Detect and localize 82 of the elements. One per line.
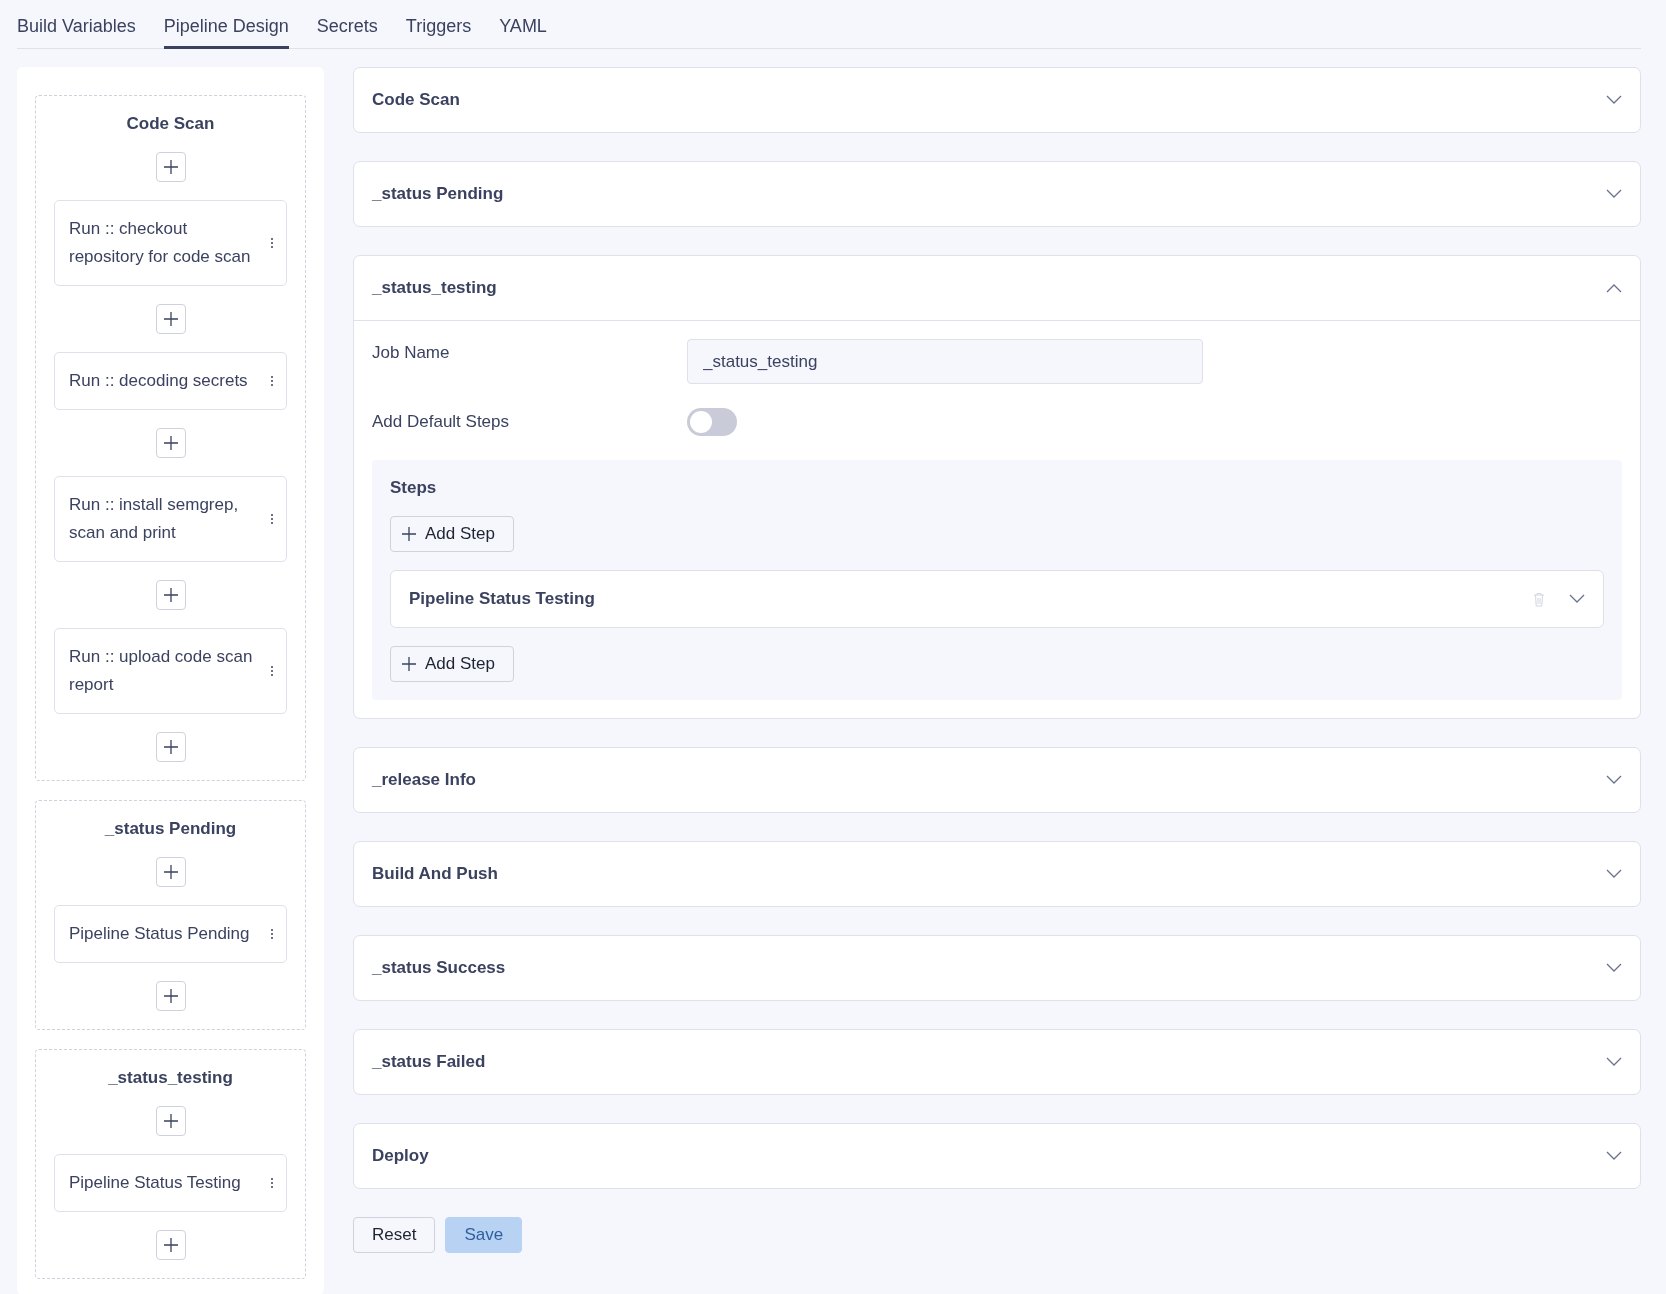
stage-title: _status Pending <box>104 819 237 839</box>
job-header[interactable]: _status Pending <box>354 162 1640 226</box>
job-title: Code Scan <box>372 90 460 110</box>
step-card[interactable]: Run :: checkout repository for code scan <box>54 200 287 286</box>
plus-icon <box>162 739 179 755</box>
toggle-switch[interactable] <box>687 408 737 436</box>
chevron-down-icon <box>1569 594 1585 604</box>
add-step-button[interactable]: Add Step <box>390 646 514 682</box>
add-step-button[interactable] <box>155 580 186 610</box>
step-name: Run :: checkout repository for code scan <box>69 218 252 268</box>
step-name: Pipeline Status Testing <box>69 1172 242 1194</box>
job-title: _status Success <box>372 958 506 978</box>
more-icon <box>270 513 274 525</box>
more-icon <box>270 928 274 940</box>
add-step-button[interactable]: Add Step <box>390 516 514 552</box>
tab[interactable]: YAML <box>499 0 547 49</box>
job-header[interactable]: _status_testing <box>354 256 1640 321</box>
input-field[interactable]: _status_testing <box>687 339 1203 384</box>
step-card[interactable]: Pipeline Status Pending <box>54 905 287 963</box>
step-card[interactable]: Pipeline Status Testing <box>54 1154 287 1212</box>
field-label: Job Name <box>372 342 451 363</box>
step-card[interactable]: Run :: install semgrep, scan and print <box>54 476 287 562</box>
chevron-down-icon <box>1606 775 1622 785</box>
job-title: _release Info <box>372 770 476 790</box>
step-name: Pipeline Status Testing <box>409 589 596 609</box>
stage-title: Code Scan <box>126 114 215 134</box>
tab[interactable]: Secrets <box>316 0 378 49</box>
add-step-button[interactable] <box>155 981 186 1011</box>
add-step-button[interactable] <box>155 732 186 762</box>
chevron-down-icon <box>1606 869 1622 879</box>
plus-icon <box>162 435 179 451</box>
tab[interactable]: Pipeline Design <box>163 0 289 49</box>
more-icon <box>270 1177 274 1189</box>
step-name: Run :: upload code scan report <box>69 646 254 696</box>
add-step-button[interactable] <box>155 857 186 887</box>
add-step-button[interactable] <box>155 152 186 182</box>
job-title: Build And Push <box>372 864 498 884</box>
job-header[interactable]: Deploy <box>354 1124 1640 1188</box>
plus-icon <box>401 656 417 672</box>
chevron-down-icon <box>1606 963 1622 973</box>
plus-icon <box>162 587 179 603</box>
add-step-button[interactable] <box>155 428 186 458</box>
field-label: Add Default Steps <box>372 411 511 432</box>
job-header[interactable]: Build And Push <box>354 842 1640 906</box>
job-title: _status Failed <box>372 1052 486 1072</box>
chevron-up-icon <box>1606 283 1622 293</box>
plus-icon <box>162 1237 179 1253</box>
step-name: Run :: install semgrep, scan and print <box>69 494 240 544</box>
chevron-down-icon <box>1606 95 1622 105</box>
job-header[interactable]: _release Info <box>354 748 1640 812</box>
plus-icon <box>162 988 179 1004</box>
job-title: Deploy <box>372 1146 429 1166</box>
more-icon <box>270 665 274 677</box>
chevron-down-icon <box>1606 1151 1622 1161</box>
job-header[interactable]: _status Failed <box>354 1030 1640 1094</box>
plus-icon <box>162 864 179 880</box>
add-step-button[interactable] <box>155 1230 186 1260</box>
more-icon <box>270 237 274 249</box>
add-step-button[interactable] <box>155 1106 186 1136</box>
stage-title: _status_testing <box>108 1068 233 1088</box>
chevron-down-icon <box>1606 189 1622 199</box>
step-name: Run :: decoding secrets <box>69 370 249 392</box>
steps-title: Steps <box>390 478 437 498</box>
job-title: _status Pending <box>372 184 504 204</box>
chevron-down-icon <box>1606 1057 1622 1067</box>
tab[interactable]: Triggers <box>405 0 472 49</box>
step-item[interactable]: Pipeline Status Testing <box>390 570 1604 628</box>
plus-icon <box>162 311 179 327</box>
plus-icon <box>162 1113 179 1129</box>
action-button[interactable]: Reset <box>353 1217 436 1253</box>
step-name: Pipeline Status Pending <box>69 923 251 945</box>
plus-icon <box>162 159 179 175</box>
add-step-button[interactable] <box>155 304 186 334</box>
job-header[interactable]: Code Scan <box>354 68 1640 132</box>
step-card[interactable]: Run :: decoding secrets <box>54 352 287 410</box>
more-icon <box>270 375 274 387</box>
job-title: _status_testing <box>372 278 497 298</box>
tab[interactable]: Build Variables <box>17 0 136 49</box>
trash-icon <box>1533 591 1545 607</box>
job-header[interactable]: _status Success <box>354 936 1640 1000</box>
plus-icon <box>401 526 417 542</box>
step-card[interactable]: Run :: upload code scan report <box>54 628 287 714</box>
